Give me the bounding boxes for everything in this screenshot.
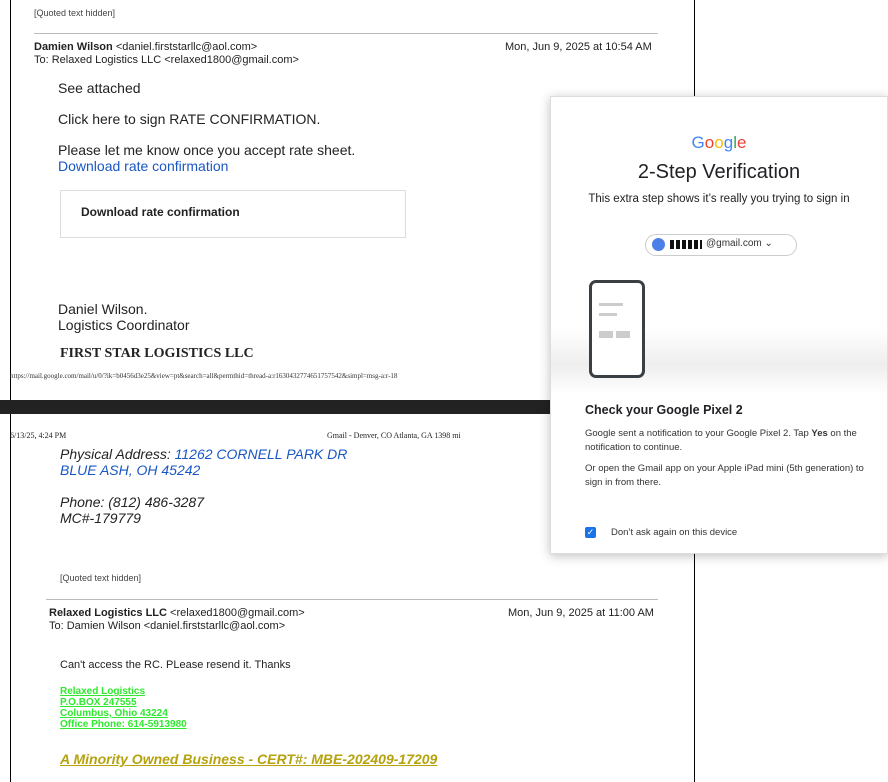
email2-from-name: Relaxed Logistics LLC [49, 607, 167, 619]
email2-body: Can't access the RC. PLease resend it. T… [60, 659, 291, 671]
phone-icon [589, 280, 645, 378]
dont-ask-label[interactable]: Don’t ask again on this device [611, 527, 737, 538]
page-edge-left [10, 0, 11, 400]
quoted-text-hidden[interactable]: [Quoted text hidden] [34, 8, 115, 18]
email2-from: Relaxed Logistics LLC <relaxed1800@gmail… [49, 607, 305, 619]
quoted-text-hidden-2[interactable]: [Quoted text hidden] [60, 573, 141, 583]
email1-line3: Please let me know once you accept rate … [58, 142, 356, 158]
sig-line[interactable]: Columbus, Ohio 43224 [60, 708, 187, 719]
email2-to: To: Damien Wilson <daniel.firststarllc@a… [49, 620, 286, 632]
google-logo: Google [691, 133, 747, 152]
check-device-title: Check your Google Pixel 2 [585, 403, 743, 417]
divider [34, 33, 658, 34]
download-rate-box[interactable]: Download rate confirmation [60, 190, 406, 238]
avatar-icon [652, 238, 665, 251]
sig-line[interactable]: P.O.BOX 247555 [60, 697, 187, 708]
sig-line[interactable]: Office Phone: 614-5913980 [60, 719, 187, 730]
page-break-bar [0, 400, 555, 414]
page-edge-left-2 [10, 414, 11, 782]
dialog-title: 2-Step Verification [637, 161, 801, 183]
email1-date: Mon, Jun 9, 2025 at 10:54 AM [505, 41, 652, 53]
physical-address: Physical Address: 11262 CORNELL PARK DR [60, 446, 347, 462]
divider-2 [46, 599, 658, 600]
email1-line1: See attached [58, 80, 141, 96]
download-rate-link[interactable]: Download rate confirmation [58, 158, 228, 174]
phone: Phone: (812) 486-3287 [60, 494, 204, 510]
address-label: Physical Address: [60, 446, 175, 462]
sig-line[interactable]: Relaxed Logistics [60, 686, 187, 697]
print-header-center: Gmail - Denver, CO Atlanta, GA 1398 mi [327, 431, 461, 440]
account-chip[interactable]: @gmail.com ⌄ [645, 234, 797, 256]
two-step-dialog: Google 2-Step Verification This extra st… [550, 96, 888, 554]
chevron-down-icon: ⌄ [764, 238, 773, 249]
email2-date: Mon, Jun 9, 2025 at 11:00 AM [508, 607, 654, 619]
print-url: https://mail.google.com/mail/u/0/?ik=b04… [10, 372, 398, 380]
notification-instructions: Google sent a notification to your Googl… [585, 428, 857, 453]
address-line1[interactable]: 11262 CORNELL PARK DR [175, 446, 348, 462]
alternative-instructions: Or open the Gmail app on your Apple iPad… [585, 463, 864, 488]
dialog-subtitle: This extra step shows it’s really you tr… [588, 193, 850, 205]
signature-title: Logistics Coordinator [58, 317, 190, 333]
mc-number: MC#-179779 [60, 510, 141, 526]
signature-name: Daniel Wilson. [58, 301, 148, 317]
email1-from-address: <daniel.firststarllc@aol.com> [115, 41, 258, 53]
email1-from: Damien Wilson <daniel.firststarllc@aol.c… [34, 41, 257, 53]
redacted-username [670, 240, 702, 249]
email2-signature: Relaxed Logistics P.O.BOX 247555 Columbu… [60, 686, 187, 730]
email2-from-address: <relaxed1800@gmail.com> [170, 607, 305, 619]
email1-from-name: Damien Wilson [34, 41, 113, 53]
dont-ask-checkbox[interactable]: ✓ [585, 527, 596, 538]
address-line2[interactable]: BLUE ASH, OH 45242 [60, 462, 200, 478]
minority-tagline[interactable]: A Minority Owned Business - CERT#: MBE-2… [60, 751, 437, 767]
email1-line2: Click here to sign RATE CONFIRMATION. [58, 111, 321, 127]
email1-to: To: Relaxed Logistics LLC <relaxed1800@g… [34, 54, 299, 66]
company-name: FIRST STAR LOGISTICS LLC [60, 346, 254, 361]
print-timestamp: 6/13/25, 4:24 PM [10, 431, 67, 440]
download-rate-box-label: Download rate confirmation [81, 205, 240, 219]
account-email-suffix: @gmail.com ⌄ [706, 238, 773, 249]
